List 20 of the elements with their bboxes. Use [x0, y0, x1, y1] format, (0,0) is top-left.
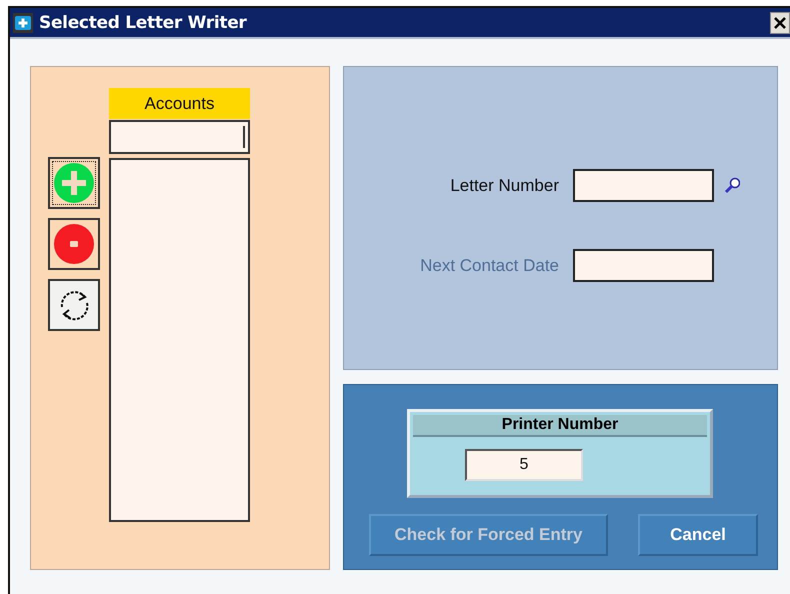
- field-label: Letter Number: [449, 176, 559, 196]
- minus-icon: [54, 224, 94, 264]
- column-header: Accounts: [109, 88, 250, 119]
- field-label: Next Contact Date: [419, 256, 559, 276]
- account-input[interactable]: [109, 120, 250, 154]
- search-icon[interactable]: [724, 177, 740, 194]
- input-field[interactable]: [573, 169, 714, 202]
- window-title: Selected Letter Writer: [39, 12, 248, 32]
- plus-icon: [54, 163, 94, 203]
- input-field[interactable]: [573, 249, 714, 282]
- refresh-button[interactable]: [48, 279, 100, 331]
- app-icon: [13, 12, 33, 32]
- close-icon: [773, 16, 787, 30]
- accounts-list[interactable]: [109, 158, 250, 522]
- remove-button[interactable]: [48, 218, 100, 270]
- printer-number-field[interactable]: 5: [465, 449, 583, 481]
- dialog-button[interactable]: Cancel: [638, 514, 758, 556]
- close-button[interactable]: [770, 12, 790, 34]
- group-title: Printer Number: [413, 415, 707, 437]
- add-button[interactable]: [48, 157, 100, 209]
